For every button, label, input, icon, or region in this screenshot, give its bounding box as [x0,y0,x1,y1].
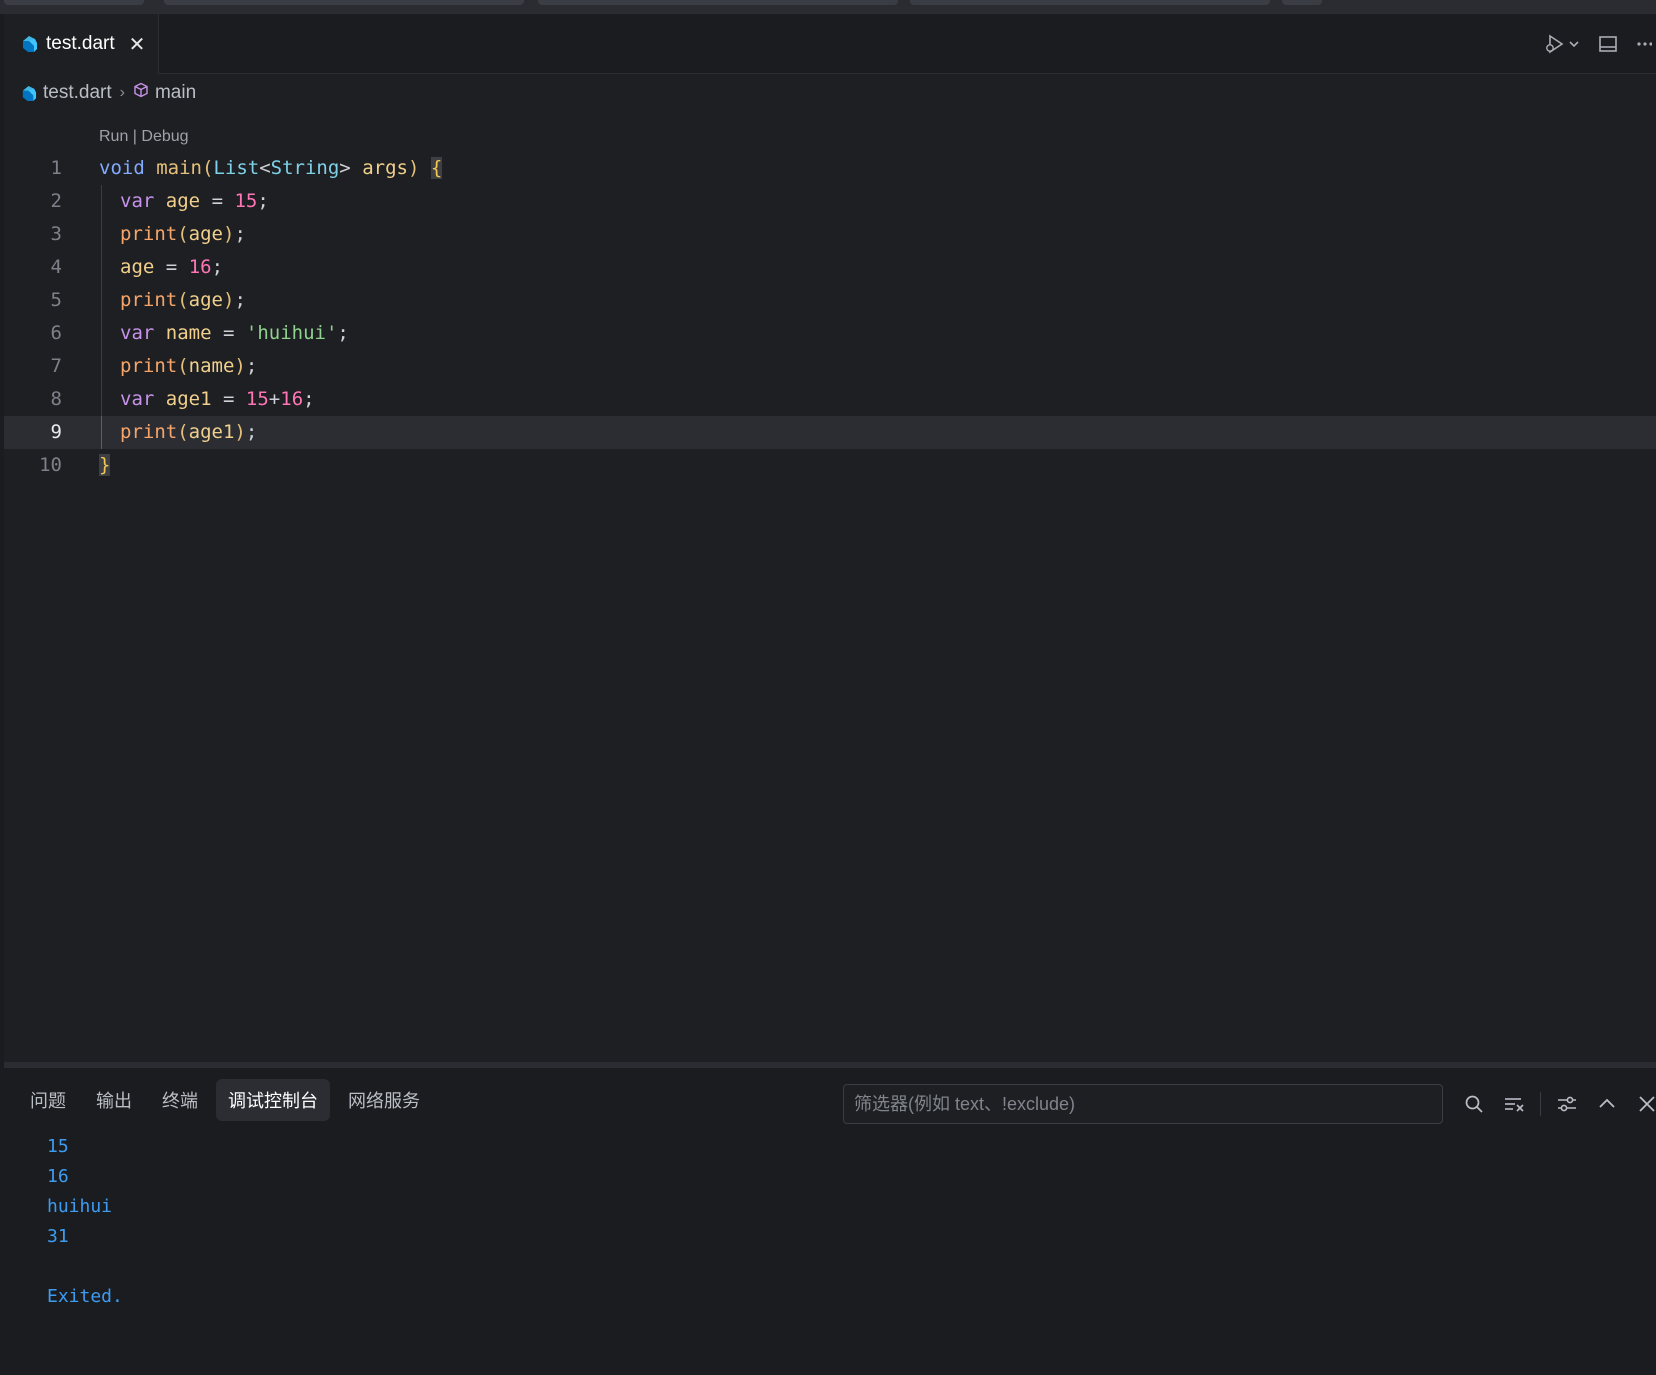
indent-guide [101,317,102,350]
panel-actions [1454,1084,1656,1124]
code-line[interactable]: 7 print(name); [4,350,1656,383]
indent-guide [101,284,102,317]
close-icon[interactable] [1627,1084,1656,1124]
debug-console-output[interactable]: 15 16 huihui 31 Exited. [47,1132,123,1312]
indent-guide [101,383,102,416]
line-number: 9 [50,421,62,443]
dart-icon [20,35,38,53]
editor-area: test.dart ✕ test.dart › main Run | Debug… [4,14,1656,1062]
clear-console-icon[interactable] [1494,1084,1534,1124]
chevron-up-icon[interactable] [1587,1084,1627,1124]
code-line[interactable]: 6 var name = 'huihui'; [4,317,1656,350]
more-icon[interactable] [1636,34,1652,54]
indent-guide [101,416,102,449]
bottom-panel: 问题 输出 终端 调试控制台 网络服务 筛选器(例如 text、!exclude… [4,1062,1656,1375]
indent-guide [101,350,102,383]
code-text: age = 16; [120,256,224,278]
code-line[interactable]: 1 void main(List<String> args) { [4,152,1656,185]
codelens: Run | Debug [99,128,189,146]
split-editor-icon[interactable] [1598,34,1618,54]
cube-icon [133,82,149,104]
dart-icon [20,85,37,102]
tab-network-services[interactable]: 网络服务 [336,1079,432,1121]
code-text: print(age); [120,223,246,245]
console-line: 31 [47,1226,69,1247]
code-line-active[interactable]: 9 print(age1); [4,416,1656,449]
breadcrumb-file[interactable]: test.dart [43,82,112,104]
line-number: 5 [50,289,62,311]
code-text: void main(List<String> args) { [99,157,443,179]
breadcrumb: test.dart › main [20,76,196,110]
top-tab-segment[interactable] [910,0,1270,5]
top-tab-segment[interactable] [538,0,898,5]
code-text: print(age1); [120,421,258,443]
line-number: 2 [50,190,62,212]
code-line[interactable]: 3 print(age); [4,218,1656,251]
window-top-strip [0,0,1656,14]
code-text: } [99,454,111,476]
filter-input[interactable] [843,1084,1443,1124]
line-number: 1 [50,157,62,179]
codelens-run[interactable]: Run [99,128,128,145]
line-number: 8 [50,388,62,410]
search-icon[interactable] [1454,1084,1494,1124]
top-tab-segment[interactable] [164,0,524,5]
filter-settings-icon[interactable] [1547,1084,1587,1124]
top-tab-segment[interactable] [1282,0,1322,5]
code-text: var age1 = 15+16; [120,388,315,410]
tab-terminal[interactable]: 终端 [150,1079,210,1121]
line-number: 3 [50,223,62,245]
console-line: huihui [47,1196,113,1217]
indent-guide [101,185,102,218]
code-line[interactable]: 5 print(age); [4,284,1656,317]
line-number: 10 [39,454,62,476]
indent-guide [101,218,102,251]
console-line: Exited. [47,1286,123,1307]
close-icon[interactable]: ✕ [129,32,146,57]
toolbar-divider [1540,1092,1541,1116]
editor-tab-bar: test.dart ✕ [4,14,1656,74]
panel-tabs: 问题 输出 终端 调试控制台 网络服务 [18,1078,432,1122]
line-number: 6 [50,322,62,344]
code-text: print(age); [120,289,246,311]
code-text: var name = 'huihui'; [120,322,349,344]
console-line: 15 [47,1136,69,1157]
tab-debug-console[interactable]: 调试控制台 [216,1079,330,1121]
code-editor[interactable]: Run | Debug 1 void main(List<String> arg… [4,114,1656,494]
code-line[interactable]: 4 age = 16; [4,251,1656,284]
tab-test-dart[interactable]: test.dart ✕ [4,14,159,74]
code-line[interactable]: 10 } [4,449,1656,482]
top-tab-segment[interactable] [4,0,144,5]
code-text: print(name); [120,355,258,377]
indent-guide [101,251,102,284]
tab-output[interactable]: 输出 [84,1079,144,1121]
code-line[interactable]: 8 var age1 = 15+16; [4,383,1656,416]
chevron-right-icon: › [119,84,125,101]
tab-label: test.dart [46,33,115,54]
codelens-debug[interactable]: Debug [141,128,188,145]
line-number: 7 [50,355,62,377]
editor-actions [1542,14,1656,74]
codelens-separator: | [128,128,142,145]
breadcrumb-symbol[interactable]: main [155,82,196,104]
run-debug-icon[interactable] [1542,33,1580,55]
code-line[interactable]: 2 var age = 15; [4,185,1656,218]
line-number: 4 [50,256,62,278]
console-line: 16 [47,1166,69,1187]
tab-problems[interactable]: 问题 [18,1079,78,1121]
code-text: var age = 15; [120,190,269,212]
